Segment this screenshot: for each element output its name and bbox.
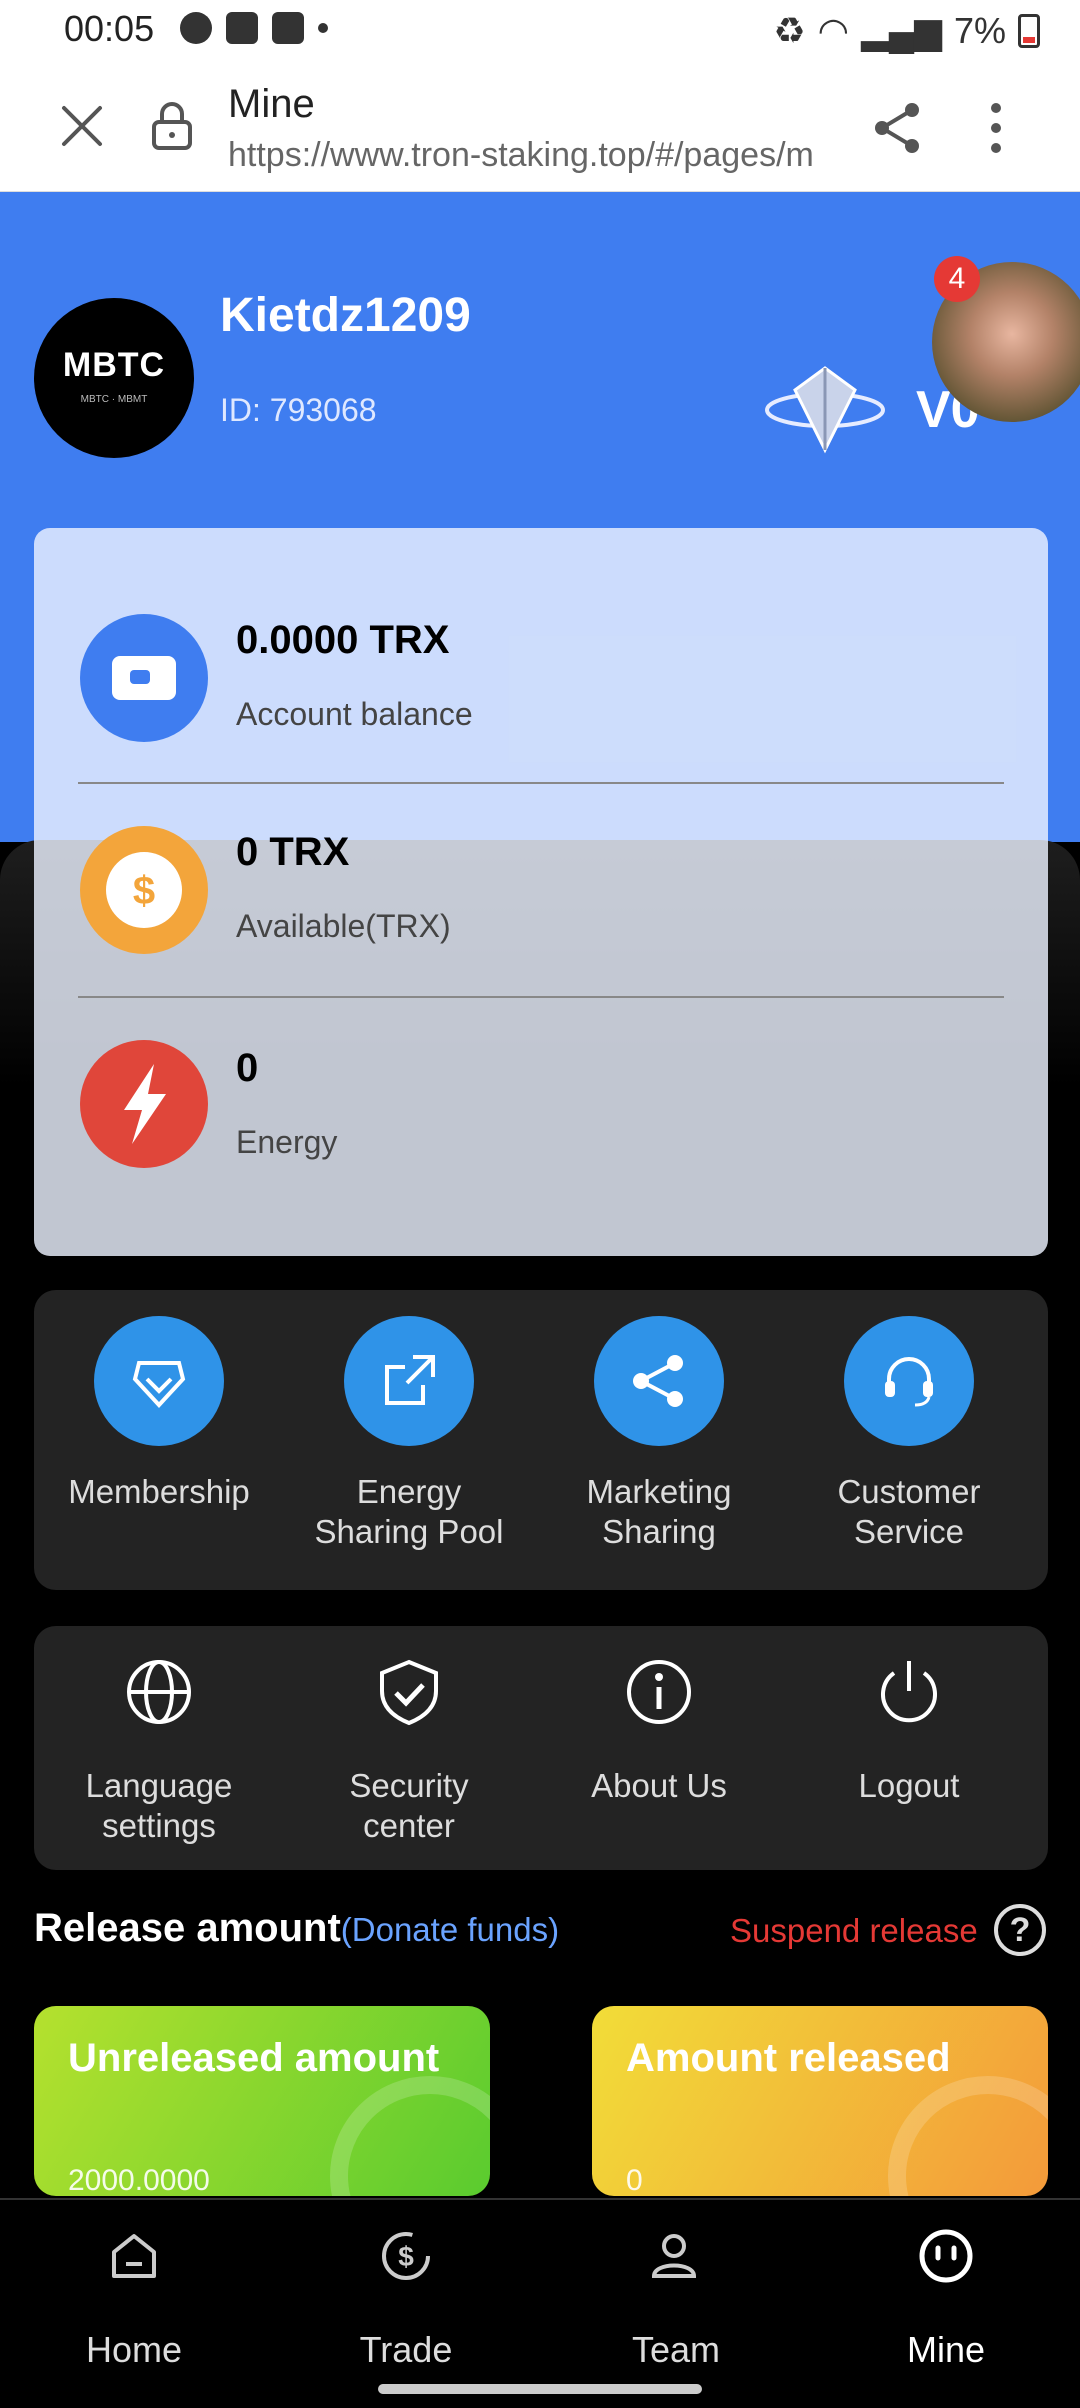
function-panel: Membership Energy Sharing Pool Marketing S… (34, 1290, 1048, 1590)
trade-icon: $ (382, 2232, 430, 2280)
team-icon (651, 2234, 697, 2278)
customer-service-button[interactable]: Customer Service (784, 1316, 1034, 1552)
wallet-icon (80, 614, 208, 742)
browser-bar: Mine https://www.tron-staking.top/#/page… (0, 64, 1080, 192)
power-icon (865, 1648, 953, 1736)
dollar-coin-icon: $ (80, 826, 208, 954)
logout-label: Logout (858, 1767, 960, 1804)
page-title: Mine (228, 82, 315, 126)
about-us-label: About Us (591, 1767, 727, 1804)
lock-icon[interactable] (150, 100, 194, 152)
clock-decoration-icon (888, 2076, 1048, 2196)
vip-badge-icon (765, 366, 885, 454)
globe-icon (115, 1648, 203, 1736)
balance-row-energy (78, 1038, 210, 1175)
divider (78, 782, 1004, 784)
external-link-icon (344, 1316, 474, 1446)
share-icon (594, 1316, 724, 1446)
amount-released-value: 0 (626, 2164, 643, 2196)
account-balance-label: Account balance (236, 696, 473, 732)
username: Kietdz1209 (220, 289, 471, 342)
language-settings-label: Language settings (85, 1767, 233, 1844)
nav-home-label: Home (85, 2329, 183, 2370)
svg-text:$: $ (398, 2241, 414, 2272)
status-notification-icons (180, 12, 328, 44)
marketing-sharing-button[interactable]: Marketing Sharing (534, 1316, 784, 1552)
check-icon (272, 12, 304, 44)
status-time: 00:05 (64, 8, 155, 49)
more-vert-icon[interactable] (990, 100, 1002, 156)
more-dot-icon (318, 23, 328, 33)
divider (78, 996, 1004, 998)
coin-decoration-icon (330, 2076, 490, 2196)
energy-sharing-pool-label: Energy Sharing Pool (314, 1473, 504, 1550)
logout-button[interactable]: Logout (784, 1648, 1034, 1806)
release-amount-title: Release amount(Donate funds) (34, 1906, 559, 1951)
home-indicator[interactable] (378, 2384, 702, 2394)
amount-released-card: Amount released 0 (592, 2006, 1048, 2196)
user-id: ID: 793068 (220, 392, 377, 428)
wifi-icon: ◠ (817, 10, 850, 51)
notification-badge: 4 (934, 256, 980, 302)
donate-funds-link[interactable]: (Donate funds) (341, 1911, 559, 1948)
energy-label: Energy (236, 1124, 338, 1160)
language-settings-button[interactable]: Language settings (34, 1648, 284, 1846)
nav-team[interactable]: Team (566, 2226, 786, 2371)
bottom-nav: Home $ Trade Team Mine (0, 2198, 1080, 2408)
security-center-button[interactable]: Security center (284, 1648, 534, 1846)
nav-team-label: Team (631, 2329, 721, 2370)
nav-trade[interactable]: $ Trade (296, 2226, 516, 2371)
suspend-release-link[interactable]: Suspend release (730, 1912, 978, 1950)
settings-panel: Language settings Security center About Us… (34, 1626, 1048, 1870)
logo-subtext: MBTC · MBMT (80, 394, 148, 405)
lightning-icon (80, 1040, 208, 1168)
share-icon[interactable] (870, 100, 926, 156)
svg-text:$: $ (133, 869, 155, 913)
membership-label: Membership (68, 1473, 250, 1510)
energy-value: 0 (236, 1046, 259, 1090)
mine-icon (919, 2229, 973, 2283)
status-bar: 00:05 ♻ ◠ ▂▄▆ 7% (0, 0, 1080, 64)
logo-text: MBTC (62, 346, 166, 384)
release-title-text: Release amount (34, 1906, 341, 1950)
user-logo: MBTC MBTC · MBMT (34, 298, 194, 458)
unreleased-amount-card: Unreleased amount 2000.0000 (34, 2006, 490, 2196)
status-right: ♻ ◠ ▂▄▆ 7% (773, 10, 1040, 52)
balance-row-account (78, 612, 210, 749)
security-center-label: Security center (349, 1767, 469, 1844)
signal-icon: ▂▄▆ (861, 10, 942, 51)
shield-check-icon (365, 1648, 453, 1736)
available-value: 0 TRX (236, 830, 350, 874)
account-balance-value: 0.0000 TRX (236, 618, 450, 662)
unreleased-amount-value: 2000.0000 (68, 2164, 210, 2196)
alert-icon (226, 12, 258, 44)
nav-trade-label: Trade (359, 2329, 453, 2370)
battery-icon (1018, 14, 1040, 48)
balance-row-available: $ (78, 824, 210, 961)
messenger-icon (180, 12, 212, 44)
close-icon[interactable] (58, 102, 106, 150)
about-us-button[interactable]: About Us (534, 1648, 784, 1806)
home-icon (112, 2234, 156, 2278)
customer-service-label: Customer Service (837, 1473, 981, 1550)
url-text[interactable]: https://www.tron-staking.top/#/pages/m (228, 136, 840, 175)
marketing-sharing-label: Marketing Sharing (586, 1473, 732, 1550)
available-label: Available(TRX) (236, 908, 451, 944)
nav-mine[interactable]: Mine (836, 2226, 1056, 2371)
headset-icon (844, 1316, 974, 1446)
amount-released-label: Amount released (626, 2036, 951, 2080)
unreleased-amount-label: Unreleased amount (68, 2036, 440, 2080)
help-icon[interactable]: ? (994, 1904, 1046, 1956)
nav-home[interactable]: Home (24, 2226, 244, 2371)
balance-card: 0.0000 TRX Account balance $ 0 TRX Avail… (34, 528, 1048, 1256)
energy-sharing-pool-button[interactable]: Energy Sharing Pool (284, 1316, 534, 1552)
nav-mine-label: Mine (906, 2329, 986, 2370)
info-icon (615, 1648, 703, 1736)
diamond-icon (94, 1316, 224, 1446)
recycle-icon: ♻ (773, 10, 806, 51)
battery-percent: 7% (953, 10, 1006, 51)
membership-button[interactable]: Membership (34, 1316, 284, 1512)
